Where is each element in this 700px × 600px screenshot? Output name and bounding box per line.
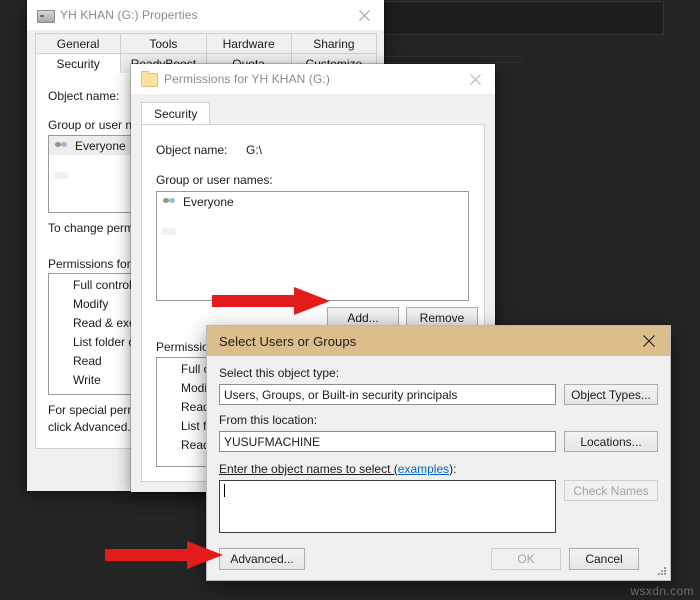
group-icon (54, 139, 70, 179)
enter-names-label-suffix: ): (449, 462, 457, 476)
select-users-body: Select this object type: Users, Groups, … (207, 356, 670, 580)
enter-names-label-prefix: Enter the object names to select ( (219, 462, 398, 476)
permissions-dialog-title: Permissions for YH KHAN (G:) (164, 72, 330, 86)
ok-button[interactable]: OK (491, 548, 561, 570)
desktop-decoration-rect-2 (382, 56, 522, 58)
annotation-arrow-add (212, 287, 330, 315)
location-field[interactable]: YUSUFMACHINE (219, 431, 556, 452)
cancel-button[interactable]: Cancel (569, 548, 639, 570)
list-item[interactable]: Everyone (157, 192, 468, 235)
drive-icon (37, 7, 55, 23)
location-label: From this location: (219, 413, 318, 427)
properties-close-button[interactable] (344, 0, 384, 30)
watermark: wsxdn.com (630, 584, 694, 598)
enter-names-label: Enter the object names to select (exampl… (219, 462, 456, 476)
object-names-input[interactable] (219, 480, 556, 533)
properties-object-name-label: Object name: (48, 89, 120, 103)
desktop-background: YH KHAN (G:) Properties General Tools Ha… (0, 0, 700, 600)
annotation-arrow-advanced (105, 541, 223, 569)
permissions-titlebar: Permissions for YH KHAN (G:) (131, 64, 495, 94)
tab-permissions-security[interactable]: Security (141, 102, 211, 124)
properties-special-note-line2: click Advanced. (48, 420, 131, 434)
group-icon (162, 195, 178, 235)
properties-titlebar: YH KHAN (G:) Properties (27, 0, 384, 30)
folder-icon (141, 71, 158, 87)
object-types-button[interactable]: Object Types... (564, 384, 658, 405)
examples-link[interactable]: examples (398, 462, 449, 476)
permissions-object-name-value: G:\ (246, 143, 263, 157)
tab-general[interactable]: General (35, 33, 122, 53)
tab-sharing[interactable]: Sharing (290, 33, 377, 53)
permissions-user-list[interactable]: Everyone (156, 191, 469, 301)
text-caret (224, 484, 225, 497)
select-users-dialog-title: Select Users or Groups (219, 333, 357, 349)
resize-grip[interactable] (657, 567, 667, 577)
properties-tabs-row-1: General Tools Hardware Sharing (35, 33, 377, 53)
check-names-button[interactable]: Check Names (564, 480, 658, 501)
list-item-label: Everyone (183, 194, 234, 209)
object-type-field[interactable]: Users, Groups, or Built-in security prin… (219, 384, 556, 405)
tab-tools[interactable]: Tools (120, 33, 207, 53)
tab-security[interactable]: Security (35, 53, 122, 73)
permissions-tabstrip: Security (141, 102, 485, 124)
select-users-or-groups-dialog: Select Users or Groups Select this objec… (207, 326, 670, 580)
permissions-close-button[interactable] (455, 64, 495, 94)
object-type-label: Select this object type: (219, 366, 340, 380)
desktop-decoration-rect-1 (382, 1, 664, 35)
permissions-group-label: Group or user names: (156, 173, 273, 187)
select-users-titlebar: Select Users or Groups (207, 326, 670, 356)
advanced-button[interactable]: Advanced... (219, 548, 305, 570)
permissions-object-name-label: Object name: (156, 143, 228, 157)
list-item-label: Everyone (75, 138, 126, 153)
tab-hardware[interactable]: Hardware (205, 33, 292, 53)
select-users-close-button[interactable] (628, 326, 670, 356)
properties-window-title: YH KHAN (G:) Properties (60, 8, 198, 22)
locations-button[interactable]: Locations... (564, 431, 658, 452)
